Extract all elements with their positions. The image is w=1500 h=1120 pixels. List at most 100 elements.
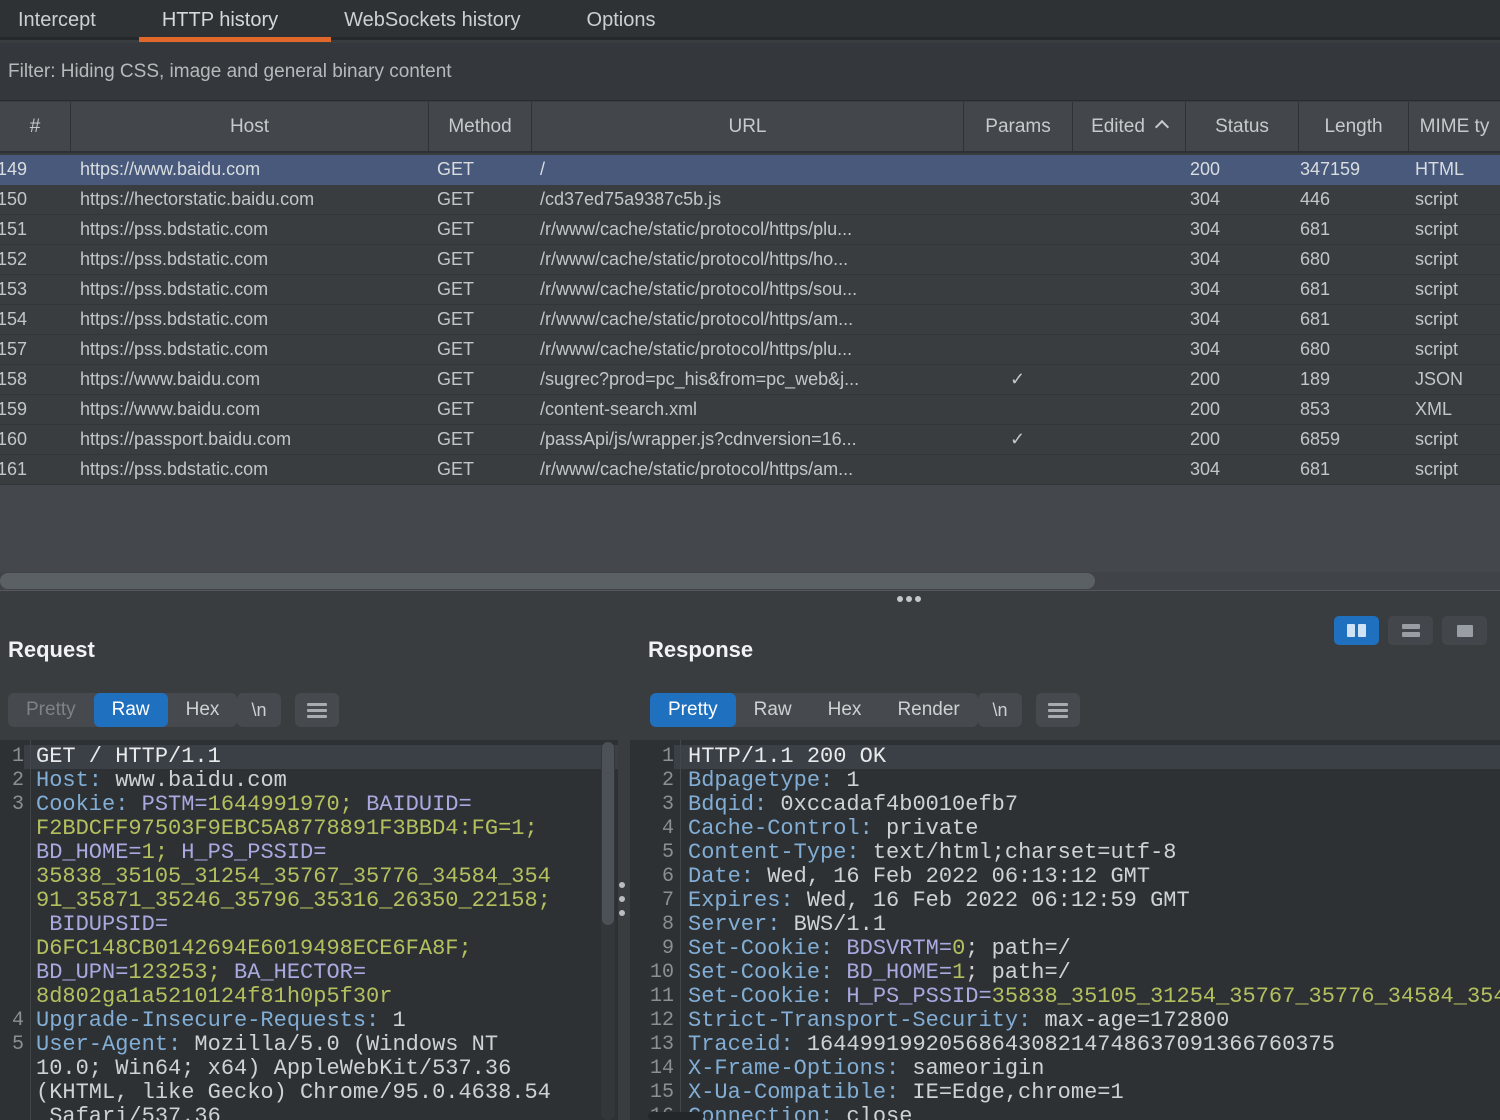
cell-status: 304: [1185, 335, 1298, 364]
request-view-tabs: PrettyRawHex: [8, 693, 237, 727]
request-vertical-scrollbar-thumb[interactable]: [602, 742, 614, 925]
code-line: 2Bdpagetype: 1: [630, 769, 1500, 793]
cell-num: 150: [0, 185, 70, 214]
cell-method: GET: [428, 455, 531, 484]
response-newline-toggle[interactable]: \n: [978, 693, 1022, 727]
tab-intercept[interactable]: Intercept: [18, 9, 96, 32]
response-horizontal-scrollbar-thumb[interactable]: [648, 1112, 704, 1120]
params-check-icon: ✓: [963, 365, 1072, 394]
code-line: D6FC148CB0142694E6019498ECE6FA8F;: [0, 937, 618, 961]
cell-host: https://www.baidu.com: [70, 155, 428, 184]
cell-length: 189: [1298, 365, 1408, 394]
line-number: 10: [630, 961, 674, 985]
code-line: 16Connection: close: [630, 1105, 1500, 1120]
history-row[interactable]: 158https://www.baidu.comGET/sugrec?prod=…: [0, 365, 1500, 395]
response-panel-title: Response: [648, 637, 753, 663]
column-header-params[interactable]: Params: [963, 102, 1072, 151]
cell-method: GET: [428, 275, 531, 304]
column-header-length[interactable]: Length: [1298, 102, 1408, 151]
table-panel-splitter[interactable]: [0, 590, 1500, 607]
history-row[interactable]: 161https://pss.bdstatic.comGET/r/www/cac…: [0, 455, 1500, 485]
request-tab-pretty[interactable]: Pretty: [8, 693, 94, 727]
cell-mime: script: [1408, 425, 1500, 454]
request-newline-toggle[interactable]: \n: [237, 693, 281, 727]
request-editor[interactable]: 1GET / HTTP/1.12Host: www.baidu.com3Cook…: [0, 740, 618, 1120]
history-row[interactable]: 154https://pss.bdstatic.comGET/r/www/cac…: [0, 305, 1500, 335]
response-editor[interactable]: 1HTTP/1.1 200 OK2Bdpagetype: 13Bdqid: 0x…: [630, 740, 1500, 1120]
line-number: [0, 985, 24, 1009]
history-row[interactable]: 149https://www.baidu.comGET/200347159HTM…: [0, 155, 1500, 185]
filter-bar[interactable]: Filter: Hiding CSS, image and general bi…: [0, 43, 1500, 101]
cell-mime: script: [1408, 215, 1500, 244]
response-tab-raw[interactable]: Raw: [736, 693, 810, 727]
request-menu-button[interactable]: [295, 693, 339, 727]
code-line: 1GET / HTTP/1.1: [0, 745, 618, 769]
cell-method: GET: [428, 365, 531, 394]
code-line: 9Set-Cookie: BDSVRTM=0; path=/: [630, 937, 1500, 961]
column-header-url[interactable]: URL: [531, 102, 963, 151]
code-line: 4Cache-Control: private: [630, 817, 1500, 841]
line-number: 7: [630, 889, 674, 913]
column-header-#[interactable]: #: [0, 102, 70, 151]
column-header-host[interactable]: Host: [70, 102, 428, 151]
splitter-grip-icon: [897, 596, 931, 602]
hamburger-icon: [1048, 703, 1068, 718]
cell-method: GET: [428, 305, 531, 334]
cell-status: 304: [1185, 275, 1298, 304]
history-row[interactable]: 159https://www.baidu.comGET/content-sear…: [0, 395, 1500, 425]
single-view-button[interactable]: [1442, 616, 1487, 645]
code-line: 11Set-Cookie: H_PS_PSSID=35838_35105_312…: [630, 985, 1500, 1009]
request-tab-hex[interactable]: Hex: [168, 693, 238, 727]
cell-host: https://pss.bdstatic.com: [70, 275, 428, 304]
response-tab-render[interactable]: Render: [879, 693, 977, 727]
cell-status: 304: [1185, 305, 1298, 334]
params-check-icon: [963, 245, 1072, 274]
cell-num: 160: [0, 425, 70, 454]
request-tab-raw[interactable]: Raw: [94, 693, 168, 727]
cell-url: /content-search.xml: [531, 395, 963, 424]
response-menu-button[interactable]: [1036, 693, 1080, 727]
line-number: [0, 841, 24, 865]
tab-websockets-history[interactable]: WebSockets history: [344, 9, 520, 32]
tab-options[interactable]: Options: [587, 9, 656, 32]
table-horizontal-scrollbar-thumb[interactable]: [0, 573, 1095, 589]
cell-mime: JSON: [1408, 365, 1500, 394]
split-rows-view-button[interactable]: [1388, 616, 1433, 645]
request-vertical-scrollbar: [601, 742, 615, 1120]
cell-mime: XML: [1408, 395, 1500, 424]
column-header-edited[interactable]: Edited: [1072, 102, 1185, 151]
code-line: 7Expires: Wed, 16 Feb 2022 06:12:59 GMT: [630, 889, 1500, 913]
response-tab-hex[interactable]: Hex: [810, 693, 880, 727]
line-number: 2: [0, 769, 24, 793]
column-header-method[interactable]: Method: [428, 102, 531, 151]
panel-resize-handle[interactable]: [619, 882, 625, 916]
cell-status: 304: [1185, 215, 1298, 244]
cell-host: https://pss.bdstatic.com: [70, 335, 428, 364]
line-number: [0, 817, 24, 841]
tab-http-history[interactable]: HTTP history: [162, 9, 278, 32]
line-number: [0, 937, 24, 961]
column-header-status[interactable]: Status: [1185, 102, 1298, 151]
cell-host: https://pss.bdstatic.com: [70, 455, 428, 484]
response-tab-pretty[interactable]: Pretty: [650, 693, 736, 727]
view-layout-buttons: [1334, 616, 1487, 645]
column-header-label: Params: [985, 116, 1050, 137]
history-row[interactable]: 150https://hectorstatic.baidu.comGET/cd3…: [0, 185, 1500, 215]
cell-status: 200: [1185, 155, 1298, 184]
cell-length: 681: [1298, 275, 1408, 304]
cell-num: 159: [0, 395, 70, 424]
line-number: 1: [630, 745, 674, 769]
line-number: 12: [630, 1009, 674, 1033]
cell-mime: script: [1408, 275, 1500, 304]
column-header-label: Status: [1215, 116, 1269, 137]
history-row[interactable]: 160https://passport.baidu.comGET/passApi…: [0, 425, 1500, 455]
cell-length: 680: [1298, 335, 1408, 364]
history-row[interactable]: 151https://pss.bdstatic.comGET/r/www/cac…: [0, 215, 1500, 245]
history-row[interactable]: 152https://pss.bdstatic.comGET/r/www/cac…: [0, 245, 1500, 275]
history-row[interactable]: 157https://pss.bdstatic.comGET/r/www/cac…: [0, 335, 1500, 365]
cell-method: GET: [428, 215, 531, 244]
line-number: 3: [0, 793, 24, 817]
column-header-mimety[interactable]: MIME ty: [1408, 102, 1500, 151]
split-columns-view-button[interactable]: [1334, 616, 1379, 645]
history-row[interactable]: 153https://pss.bdstatic.comGET/r/www/cac…: [0, 275, 1500, 305]
